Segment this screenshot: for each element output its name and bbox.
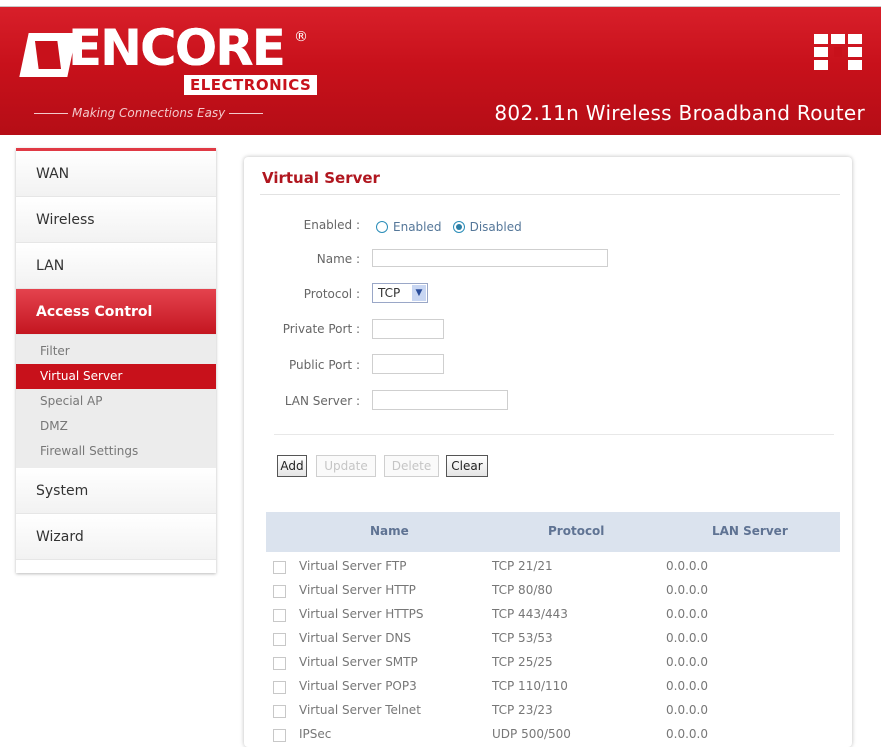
- row-lan-server: 0.0.0.0: [666, 631, 708, 645]
- protocol-select[interactable]: TCP ▼: [372, 283, 428, 303]
- enabled-option-label: Enabled: [393, 219, 442, 234]
- row-protocol: TCP 53/53: [492, 631, 553, 645]
- title-divider: [260, 194, 840, 195]
- table-row: Virtual Server SMTP TCP 25/25 0.0.0.0: [266, 651, 840, 675]
- row-name: Virtual Server FTP: [299, 559, 407, 573]
- sidebar-item-access-control[interactable]: Access Control: [16, 289, 216, 335]
- grid-logo-icon: [814, 34, 862, 70]
- row-name: IPSec: [299, 727, 332, 741]
- subnav-item-filter[interactable]: Filter: [16, 339, 216, 364]
- tagline: Making Connections Easy: [30, 105, 267, 121]
- column-header-name: Name: [370, 524, 409, 538]
- row-lan-server: 0.0.0.0: [666, 679, 708, 693]
- registered-mark-icon: ®: [294, 29, 308, 45]
- name-input[interactable]: [372, 249, 608, 267]
- sidebar-nav: WAN Wireless LAN Access Control Filter V…: [16, 148, 216, 573]
- public-port-label: Public Port :: [289, 358, 360, 372]
- brand-logo-text: ENCORE: [68, 19, 286, 77]
- protocol-value: TCP: [378, 286, 401, 300]
- tagline-text: Making Connections Easy: [72, 106, 226, 120]
- row-lan-server: 0.0.0.0: [666, 583, 708, 597]
- subnav-item-virtual-server[interactable]: Virtual Server: [16, 364, 216, 389]
- lan-server-label: LAN Server :: [284, 394, 360, 408]
- top-border: [0, 0, 881, 7]
- form-divider: [274, 434, 834, 435]
- row-lan-server: 0.0.0.0: [666, 559, 708, 573]
- row-name: Virtual Server HTTPS: [299, 607, 424, 621]
- virtual-server-panel: Virtual Server Enabled : Enabled Disable…: [244, 157, 852, 747]
- page-title: Virtual Server: [262, 169, 380, 187]
- subnav-item-special-ap[interactable]: Special AP: [16, 389, 216, 414]
- disabled-radio[interactable]: [452, 220, 465, 233]
- add-button[interactable]: Add: [277, 455, 307, 477]
- row-name: Virtual Server HTTP: [299, 583, 416, 597]
- subnav-item-firewall-settings[interactable]: Firewall Settings: [16, 439, 216, 464]
- row-lan-server: 0.0.0.0: [666, 655, 708, 669]
- row-protocol: TCP 23/23: [492, 703, 553, 717]
- enabled-radio[interactable]: [376, 220, 388, 233]
- access-control-submenu: Filter Virtual Server Special AP DMZ Fir…: [16, 335, 216, 468]
- table-row: Virtual Server Telnet TCP 23/23 0.0.0.0: [266, 699, 840, 723]
- chevron-down-icon: ▼: [412, 285, 426, 301]
- row-name: Virtual Server DNS: [299, 631, 412, 645]
- name-label: Name :: [316, 252, 360, 266]
- brand-subtitle: ELECTRONICS: [184, 75, 318, 95]
- header-banner: ENCORE ® ELECTRONICS Making Connections …: [0, 7, 881, 135]
- row-protocol: TCP 25/25: [492, 655, 553, 669]
- row-checkbox[interactable]: [273, 681, 286, 694]
- column-header-lan-server: LAN Server: [712, 524, 788, 538]
- table-row: Virtual Server DNS TCP 53/53 0.0.0.0: [266, 627, 840, 651]
- delete-button[interactable]: Delete: [384, 455, 439, 477]
- row-checkbox[interactable]: [273, 729, 286, 742]
- enabled-radio-group: Enabled Disabled: [376, 216, 528, 235]
- table-row: Virtual Server HTTP TCP 80/80 0.0.0.0: [266, 579, 840, 603]
- clear-button[interactable]: Clear: [446, 455, 488, 477]
- column-header-protocol: Protocol: [548, 524, 605, 538]
- sidebar-item-wizard[interactable]: Wizard: [16, 514, 216, 560]
- row-lan-server: 0.0.0.0: [666, 607, 708, 621]
- table-row: Virtual Server FTP TCP 21/21 0.0.0.0: [266, 555, 840, 579]
- row-protocol: TCP 110/110: [492, 679, 568, 693]
- row-checkbox[interactable]: [273, 561, 286, 574]
- table-row: Virtual Server POP3 TCP 110/110 0.0.0.0: [266, 675, 840, 699]
- row-lan-server: 0.0.0.0: [666, 703, 708, 717]
- enabled-label: Enabled :: [303, 218, 360, 232]
- row-name: Virtual Server SMTP: [299, 655, 418, 669]
- protocol-label: Protocol :: [303, 287, 360, 301]
- sidebar-item-wan[interactable]: WAN: [16, 151, 216, 197]
- row-lan-server: 0.0.0.0: [666, 727, 708, 741]
- table-row: Virtual Server HTTPS TCP 443/443 0.0.0.0: [266, 603, 840, 627]
- private-port-label: Private Port :: [282, 322, 360, 336]
- private-port-input[interactable]: [372, 319, 444, 339]
- row-protocol: TCP 80/80: [492, 583, 553, 597]
- update-button[interactable]: Update: [316, 455, 376, 477]
- row-protocol: TCP 443/443: [492, 607, 568, 621]
- sidebar-item-system[interactable]: System: [16, 468, 216, 514]
- disabled-option-label: Disabled: [469, 219, 522, 234]
- table-row: IPSec UDP 500/500 0.0.0.0: [266, 723, 840, 747]
- sidebar-item-wireless[interactable]: Wireless: [16, 197, 216, 243]
- product-name: 802.11n Wireless Broadband Router: [494, 101, 865, 125]
- subnav-item-dmz[interactable]: DMZ: [16, 414, 216, 439]
- row-checkbox[interactable]: [273, 609, 286, 622]
- row-name: Virtual Server POP3: [299, 679, 417, 693]
- sidebar-item-lan[interactable]: LAN: [16, 243, 216, 289]
- row-checkbox[interactable]: [273, 705, 286, 718]
- lan-server-input[interactable]: [372, 390, 508, 410]
- public-port-input[interactable]: [372, 354, 444, 374]
- table-header: Name Protocol LAN Server: [266, 512, 840, 552]
- row-checkbox[interactable]: [273, 657, 286, 670]
- row-name: Virtual Server Telnet: [299, 703, 421, 717]
- row-checkbox[interactable]: [273, 585, 286, 598]
- row-protocol: UDP 500/500: [492, 727, 571, 741]
- row-checkbox[interactable]: [273, 633, 286, 646]
- row-protocol: TCP 21/21: [492, 559, 553, 573]
